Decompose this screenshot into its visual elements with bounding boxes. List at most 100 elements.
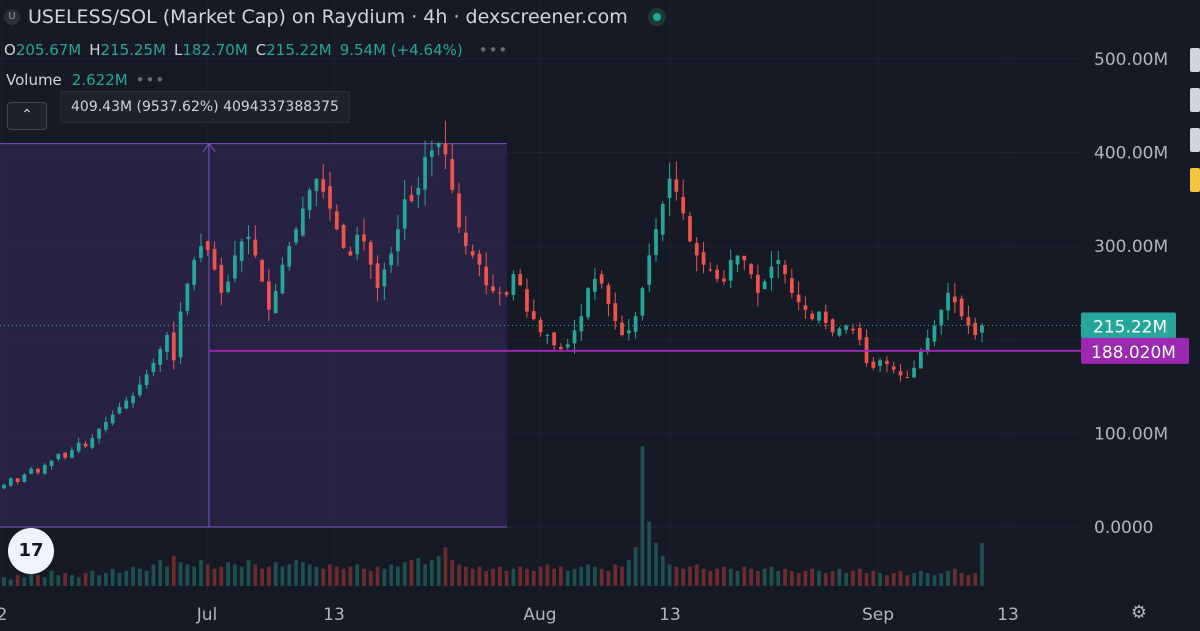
candle-body [667,178,672,199]
candle-body [572,330,577,344]
candle-body [497,292,502,294]
volume-more-icon[interactable]: ••• [136,71,166,89]
candle-body [789,278,794,293]
volume-bar [660,555,665,586]
candle-body [511,274,516,295]
candle-body [905,377,910,379]
candle-body [260,259,264,282]
volume-bar [56,575,61,586]
candle-body [565,344,570,348]
candle-body [334,211,339,230]
candle-body [647,255,652,285]
volume-bar [823,573,828,586]
candle-body [246,236,251,240]
volume-bar [844,573,849,586]
candle-body [959,298,964,317]
volume-bar [599,568,604,586]
open-value: 205.67M [15,41,82,59]
volume-bar [90,570,95,586]
volume-bar [477,566,482,586]
candle-body [579,316,584,332]
volume-bar [260,568,264,586]
volume-bar [185,564,190,586]
candle-body [192,260,197,286]
volume-bar [402,562,407,586]
chart-title[interactable]: USELESS/SOL (Market Cap) on Raydium · 4h… [28,6,628,28]
x-axis-tick-label: Sep [862,605,894,625]
volume-bar [63,573,67,586]
tradingview-logo-icon[interactable]: 17 [8,528,54,574]
volume-bar [436,555,441,586]
high-label: H [89,41,101,59]
volume-bar [287,564,292,586]
candle-body [239,241,244,261]
volume-bar [97,575,101,586]
collapse-legend-button[interactable]: ⌃ [7,102,47,130]
symbol-icon: U [4,9,20,25]
volume-bar [681,568,686,586]
candle-body [375,263,380,289]
candle-body [952,296,957,303]
candle-body [783,264,787,275]
volume-bar [959,573,964,586]
chart-stage[interactable]: 500.00M 400.00M 300.00M 100.00M 0.0000 2 Jul 1… [0,0,1200,631]
candle-body [606,285,611,305]
candle-body [722,278,726,282]
volume-bar [871,570,876,586]
volume-bar [620,566,624,586]
volume-bar [226,562,230,586]
volume-label[interactable]: Volume [6,71,62,89]
price-axis: 500.00M 400.00M 300.00M 100.00M 0.0000 [1094,50,1168,538]
candle-body [762,281,767,290]
x-axis-tick-label: Aug [523,605,556,625]
volume-bar [593,566,597,586]
x-axis-tick-label: Jul [196,605,218,625]
candle-body [613,303,618,321]
volume-bar [803,570,808,586]
volume-bar [151,564,156,586]
volume-bar [450,560,455,586]
candle-body [531,311,536,320]
candle-body [137,384,142,396]
volume-bar [864,573,869,586]
candle-body [416,187,421,195]
volume-bar [837,568,842,586]
volume-bar [2,577,6,586]
open-label: O [4,41,16,59]
candle-body [423,157,427,190]
volume-bar [552,568,556,586]
volume-bar [334,566,339,586]
volume-bar [470,568,475,586]
change-value: 9.54M (+4.64%) [339,41,463,59]
horizontal-line-badge-label: 188.020M [1091,343,1176,363]
volume-bar [382,568,387,586]
volume-bar [131,566,135,586]
volume-bar [946,570,950,586]
volume-bar [565,570,570,586]
candle-body [925,337,930,352]
volume-bar [219,566,224,586]
candle-body [56,453,61,460]
volume-bar [42,577,47,586]
time-axis: 2 Jul 13 Aug 13 Sep 13 [0,605,1019,625]
candle-body [158,349,163,365]
volume-bar [898,570,903,586]
settings-gear-icon[interactable]: ⚙ [1128,602,1150,624]
candle-body [552,332,556,346]
candle-body [63,452,67,458]
candle-body [660,203,665,235]
volume-bar [362,568,366,586]
volume-bar [789,570,794,586]
volume-bar [796,573,801,586]
candle-body [803,305,808,310]
candle-body [97,428,101,439]
volume-bar [654,542,658,586]
volume-bar [626,560,631,586]
legend-more-icon[interactable]: ••• [479,41,509,59]
candle-body [470,251,475,256]
candle-body [382,269,387,287]
volume-bar [606,570,611,586]
volume-bar [484,570,489,586]
candle-body [823,311,828,323]
volume-bar [640,446,645,586]
